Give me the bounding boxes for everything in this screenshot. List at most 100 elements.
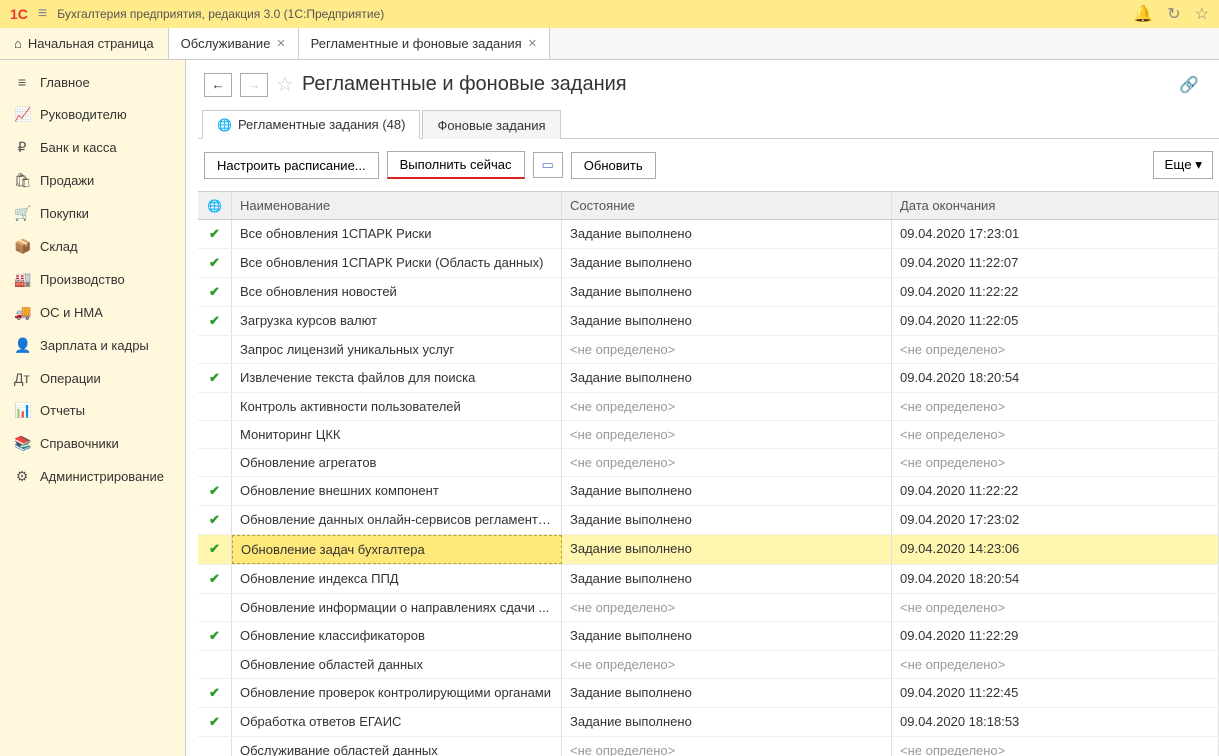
table-row[interactable]: ✔Обновление задач бухгалтераЗадание выпо… <box>198 535 1219 565</box>
status-cell: ✔ <box>198 220 232 248</box>
date-cell: 09.04.2020 11:22:05 <box>892 307 1219 335</box>
table-row[interactable]: ✔Обработка ответов ЕГАИСЗадание выполнен… <box>198 708 1219 737</box>
date-cell: <не определено> <box>892 737 1219 756</box>
status-cell: ✔ <box>198 249 232 277</box>
link-icon[interactable]: 🔗 <box>1179 75 1209 95</box>
state-cell: Задание выполнено <box>562 220 892 248</box>
history-icon[interactable]: ↻ <box>1167 4 1180 24</box>
state-cell: Задание выполнено <box>562 622 892 650</box>
sidebar-item[interactable]: 🛍Продажи <box>0 164 185 197</box>
state-cell: Задание выполнено <box>562 679 892 707</box>
table-row[interactable]: ✔Извлечение текста файлов для поискаЗада… <box>198 364 1219 393</box>
table-row[interactable]: Обновление информации о направлениях сда… <box>198 594 1219 622</box>
date-cell: <не определено> <box>892 594 1219 621</box>
sidebar-item[interactable]: 🛒Покупки <box>0 197 185 230</box>
home-tab-label: Начальная страница <box>28 36 154 51</box>
sidebar: ≡Главное📈Руководителю₽Банк и касса🛍Прода… <box>0 60 185 756</box>
state-cell: <не определено> <box>562 737 892 756</box>
status-cell: ✔ <box>198 278 232 306</box>
table-row[interactable]: ✔Обновление индекса ППДЗадание выполнено… <box>198 565 1219 594</box>
forward-button[interactable]: → <box>240 73 268 97</box>
col-date-header[interactable]: Дата окончания <box>892 192 1219 219</box>
table-row[interactable]: ✔Обновление данных онлайн-сервисов регла… <box>198 506 1219 535</box>
sidebar-item[interactable]: 📚Справочники <box>0 427 185 460</box>
refresh-button[interactable]: Обновить <box>571 152 656 179</box>
subtab-background[interactable]: Фоновые задания <box>422 110 560 139</box>
state-cell: Задание выполнено <box>562 364 892 392</box>
subtab-label: Фоновые задания <box>437 118 545 133</box>
star-icon[interactable]: ☆ <box>1195 4 1209 24</box>
name-cell: Обновление информации о направлениях сда… <box>232 594 562 621</box>
app-logo: 1C <box>10 6 28 22</box>
status-cell: ✔ <box>198 477 232 505</box>
sidebar-item[interactable]: ДтОперации <box>0 362 185 394</box>
table-row[interactable]: ✔Обновление проверок контролирующими орг… <box>198 679 1219 708</box>
state-cell: <не определено> <box>562 594 892 621</box>
tab-label: Регламентные и фоновые задания <box>311 36 522 51</box>
card-icon-button[interactable]: ▭ <box>533 152 563 178</box>
table-row[interactable]: Обновление областей данных <не определено… <box>198 651 1219 679</box>
sidebar-item[interactable]: 📦 Склад <box>0 230 185 263</box>
sidebar-item[interactable]: ⚙Администрирование <box>0 460 185 493</box>
close-icon[interactable]: ✕ <box>528 37 537 50</box>
date-cell: 09.04.2020 17:23:01 <box>892 220 1219 248</box>
col-state-header[interactable]: Состояние <box>562 192 892 219</box>
tab-reglamentnye[interactable]: Регламентные и фоновые задания ✕ <box>299 28 550 59</box>
name-cell: Обновление внешних компонент <box>232 477 562 505</box>
name-cell: Обновление областей данных <box>232 651 562 678</box>
col-name-header[interactable]: Наименование <box>232 192 562 219</box>
execute-button[interactable]: Выполнить сейчас <box>387 151 525 179</box>
state-cell: <не определено> <box>562 336 892 363</box>
bell-icon[interactable]: 🔔 <box>1133 4 1153 24</box>
sidebar-icon: 📚 <box>14 435 30 452</box>
sidebar-item[interactable]: 👤Зарплата и кадры <box>0 329 185 362</box>
schedule-button[interactable]: Настроить расписание... <box>204 152 379 179</box>
menu-icon[interactable]: ≡ <box>38 5 47 23</box>
sidebar-item[interactable]: 📈Руководителю <box>0 98 185 131</box>
sidebar-item[interactable]: ₽Банк и касса <box>0 131 185 164</box>
table-row[interactable]: ✔Обновление внешних компонентЗадание вып… <box>198 477 1219 506</box>
status-cell: ✔ <box>198 364 232 392</box>
sidebar-icon: 📊 <box>14 402 30 419</box>
sidebar-icon: 📈 <box>14 106 30 123</box>
table-header: 🌐 Наименование Состояние Дата окончания <box>198 192 1219 220</box>
state-cell: Задание выполнено <box>562 565 892 593</box>
task-table: 🌐 Наименование Состояние Дата окончания … <box>198 191 1219 756</box>
status-cell <box>198 336 232 363</box>
col-status-header[interactable]: 🌐 <box>198 192 232 219</box>
table-row[interactable]: ✔Обновление классификаторовЗадание выпол… <box>198 622 1219 651</box>
table-row[interactable]: Запрос лицензий уникальных услуг<не опре… <box>198 336 1219 364</box>
table-row[interactable]: Контроль активности пользователей<не опр… <box>198 393 1219 421</box>
sidebar-item[interactable]: 🏭Производство <box>0 263 185 296</box>
sidebar-icon: 📦 <box>14 238 30 255</box>
status-cell: ✔ <box>198 622 232 650</box>
date-cell: 09.04.2020 11:22:29 <box>892 622 1219 650</box>
home-tab[interactable]: ⌂ Начальная страница <box>0 28 169 59</box>
state-cell: Задание выполнено <box>562 506 892 534</box>
name-cell: Обновление данных онлайн-сервисов реглам… <box>232 506 562 534</box>
state-cell: Задание выполнено <box>562 249 892 277</box>
date-cell: 09.04.2020 11:22:22 <box>892 477 1219 505</box>
table-row[interactable]: ✔Все обновления новостейЗадание выполнен… <box>198 278 1219 307</box>
table-row[interactable]: Обслуживание областей данных<не определе… <box>198 737 1219 756</box>
table-row[interactable]: ✔Все обновления 1СПАРК Риски (Область да… <box>198 249 1219 278</box>
close-icon[interactable]: ✕ <box>276 37 285 50</box>
state-cell: Задание выполнено <box>562 535 892 564</box>
date-cell: <не определено> <box>892 651 1219 678</box>
tab-obsluzhivanie[interactable]: Обслуживание ✕ <box>169 28 299 59</box>
sidebar-label: ОС и НМА <box>40 305 103 320</box>
subtab-scheduled[interactable]: 🌐 Регламентные задания (48) <box>202 110 420 139</box>
more-button[interactable]: Еще ▾ <box>1153 151 1213 179</box>
check-icon: ✔ <box>209 370 220 385</box>
sidebar-icon: Дт <box>14 370 30 386</box>
back-button[interactable]: ← <box>204 73 232 97</box>
sidebar-item[interactable]: 🚚ОС и НМА <box>0 296 185 329</box>
table-row[interactable]: ✔Загрузка курсов валютЗадание выполнено0… <box>198 307 1219 336</box>
table-row[interactable]: ✔Все обновления 1СПАРК РискиЗадание выпо… <box>198 220 1219 249</box>
table-row[interactable]: Обновление агрегатов<не определено><не о… <box>198 449 1219 477</box>
table-row[interactable]: Мониторинг ЦКК<не определено><не определ… <box>198 421 1219 449</box>
sidebar-item[interactable]: ≡Главное <box>0 66 185 98</box>
sidebar-label: Склад <box>40 239 78 254</box>
sidebar-item[interactable]: 📊Отчеты <box>0 394 185 427</box>
favorite-icon[interactable]: ☆ <box>276 72 294 97</box>
